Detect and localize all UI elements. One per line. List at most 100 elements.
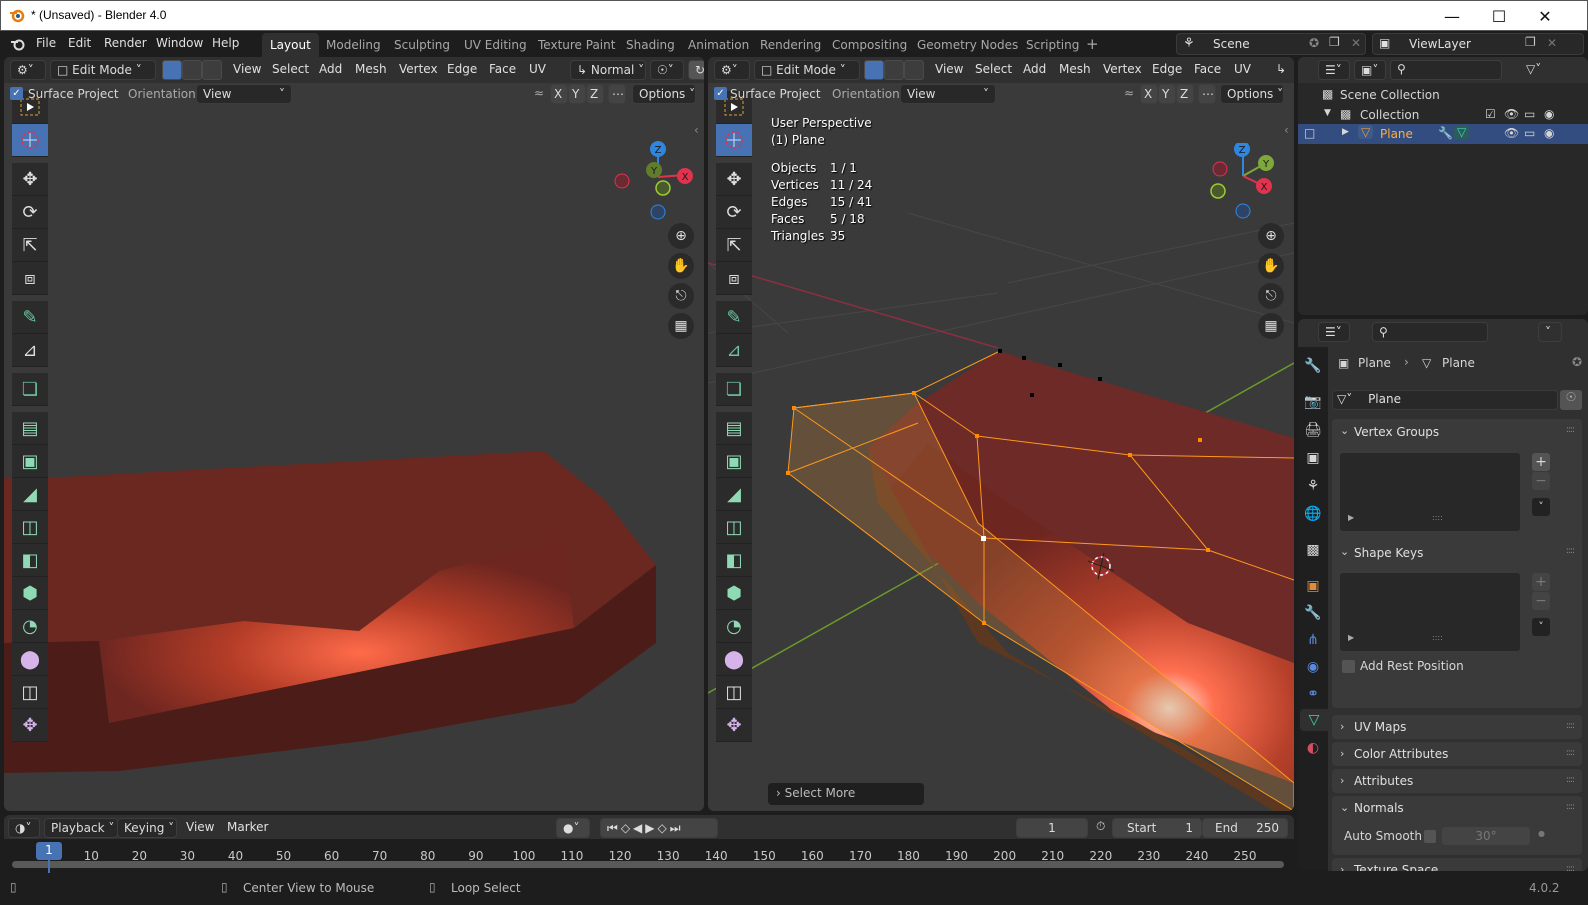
drag-grip-icon[interactable]: :::: [1566, 775, 1575, 785]
sidebar-toggle-icon[interactable]: ‹ [694, 123, 699, 137]
ortho-grid-icon[interactable]: ▦ [668, 313, 694, 339]
tool-annotate[interactable]: ✎ [716, 301, 752, 334]
edit-mode-object-icon[interactable]: □ [1304, 126, 1315, 140]
gizmo-neg-y[interactable] [1210, 183, 1226, 199]
topology-mirror-toggle[interactable]: ⋯ [608, 84, 626, 104]
viewport-right[interactable]: ⚙˅ □ Edit Mode ˅ View Select Add Mesh Ve… [708, 57, 1294, 811]
menu-select[interactable]: Select [975, 62, 1012, 76]
menu-view[interactable]: View [233, 62, 261, 76]
keying-dropdown[interactable]: Keying ˅ [117, 818, 177, 838]
edge-select-toggle[interactable] [884, 60, 904, 80]
render-camera-icon[interactable]: ◉ [1544, 126, 1554, 140]
mirror-z-toggle[interactable]: Z [1176, 84, 1194, 104]
menu-vertex[interactable]: Vertex [1103, 62, 1142, 76]
menu-vertex[interactable]: Vertex [399, 62, 438, 76]
playback-dropdown[interactable]: Playback ˅ [44, 818, 118, 838]
menu-help[interactable]: Help [212, 36, 239, 50]
tool-edge-slide[interactable]: ◫ [716, 676, 752, 709]
tool-rotate[interactable]: ⟳ [716, 196, 752, 229]
navigation-gizmo[interactable]: Y Z X [610, 137, 700, 227]
modifier-wrench-icon[interactable]: 🔧 [1438, 126, 1453, 140]
drag-grip-icon[interactable]: :::: [1566, 721, 1575, 731]
menu-edge[interactable]: Edge [447, 62, 477, 76]
tool-extrude-region[interactable]: ▤ [716, 412, 752, 445]
tool-loop-cut[interactable]: ◫ [12, 511, 48, 544]
panel-uv-maps[interactable]: › UV Maps:::: [1332, 715, 1582, 739]
drag-grip-icon[interactable]: :::: [1566, 425, 1575, 435]
tool-measure[interactable]: ⊿ [716, 334, 752, 367]
filter-dropdown[interactable]: ▽˅ [1520, 60, 1552, 80]
menu-face[interactable]: Face [489, 62, 516, 76]
eye-icon[interactable]: 👁 [1504, 126, 1519, 140]
tab-tool-icon[interactable]: 🔧 [1302, 355, 1324, 377]
panel-header[interactable]: ⌄ Vertex Groups:::: [1332, 419, 1582, 445]
surface-project-checkbox[interactable]: ✓ [714, 87, 727, 100]
workspace-tab-compositing[interactable]: Compositing [824, 33, 915, 57]
stopwatch-icon[interactable]: ⏱ [1096, 819, 1105, 834]
new-scene-icon[interactable]: ❐ [1329, 35, 1340, 49]
tool-loop-cut[interactable]: ◫ [716, 511, 752, 544]
maximize-button[interactable]: ☐ [1476, 1, 1522, 31]
start-frame-field[interactable]: Start 1 [1112, 818, 1202, 838]
pivot-point-dropdown[interactable]: ☉˅ [650, 60, 684, 80]
fake-user-shield-icon[interactable]: ☉ [1560, 390, 1582, 410]
tab-render-icon[interactable]: 📷 [1302, 391, 1324, 413]
timeline-editor-type[interactable]: ◑˅ [8, 818, 40, 838]
surface-project-checkbox[interactable]: ✓ [10, 87, 23, 100]
tool-spin[interactable]: ◔ [716, 610, 752, 643]
vertex-select-toggle[interactable] [864, 60, 884, 80]
delete-view-layer-icon[interactable]: ✕ [1547, 36, 1557, 50]
tab-mesh-data-icon[interactable]: ▽ [1300, 709, 1328, 731]
mirror-y-toggle[interactable]: Y [1158, 84, 1176, 104]
pin-icon[interactable]: ✪ [1572, 355, 1582, 369]
viewport-left[interactable]: ⚙˅ □ Edit Mode ˅ View Select Add Mesh Ve… [4, 57, 704, 811]
menu-edge[interactable]: Edge [1152, 62, 1182, 76]
snap-toggle[interactable]: ↻ [688, 60, 704, 80]
workspace-tab-rendering[interactable]: Rendering [752, 33, 829, 57]
add-workspace-button[interactable]: + [1078, 33, 1107, 57]
tab-object-icon[interactable]: ▣ [1302, 575, 1324, 597]
face-select-toggle[interactable] [904, 60, 924, 80]
last-operator-panel[interactable]: › Select More [768, 783, 924, 805]
tool-poly-build[interactable]: ⬢ [716, 577, 752, 610]
expand-filter-icon[interactable]: ▶ [1348, 513, 1354, 522]
menu-face[interactable]: Face [1194, 62, 1221, 76]
prev-keyframe-icon[interactable]: ◇ [621, 821, 633, 835]
panel-header[interactable]: ⌄ Normals:::: [1332, 796, 1582, 822]
gizmo-neg-z[interactable] [1235, 203, 1251, 219]
exclude-checkbox[interactable]: ☑ [1485, 107, 1496, 121]
ortho-grid-icon[interactable]: ▦ [1258, 313, 1284, 339]
tool-cursor[interactable] [716, 124, 752, 157]
outliner-row-scene-collection[interactable]: ▩ Scene Collection [1298, 85, 1588, 105]
close-button[interactable]: ✕ [1522, 1, 1568, 31]
viewport-left-canvas[interactable]: ✥ ⟳ ⇱ ⧈ ✎ ⊿ ❏ ▤ ▣ ◢ ◫ ◧ ⬢ ◔ ⬤ ◫ ✥ Y Z X … [4, 83, 704, 811]
expand-arrow-icon[interactable]: ▼ [1324, 108, 1331, 118]
playhead-frame-indicator[interactable]: 1 [36, 842, 62, 860]
tool-move[interactable]: ✥ [12, 163, 48, 196]
menu-add[interactable]: Add [319, 62, 342, 76]
tool-smooth[interactable]: ⬤ [12, 643, 48, 676]
tool-shrink-fatten[interactable]: ✥ [716, 709, 752, 742]
pin-icon[interactable]: ✪ [1309, 36, 1319, 50]
expand-arrow-icon[interactable]: ▶ [1342, 127, 1349, 137]
menu-edit[interactable]: Edit [68, 36, 91, 50]
vertex-select-toggle[interactable] [162, 60, 182, 80]
editor-type-button[interactable]: ⚙˅ [714, 60, 750, 80]
panel-color-attributes[interactable]: › Color Attributes:::: [1332, 742, 1582, 766]
current-frame-field[interactable]: 1 [1016, 818, 1088, 838]
sidebar-toggle-icon[interactable]: ‹ [1284, 123, 1289, 137]
tab-view-layer-icon[interactable]: ▣ [1302, 447, 1324, 469]
tool-transform[interactable]: ⧈ [12, 262, 48, 295]
workspace-tab-texture-paint[interactable]: Texture Paint [530, 33, 623, 57]
resize-grip-icon[interactable]: :::: [1432, 633, 1443, 642]
keyframe-dot-icon[interactable]: ● [1538, 829, 1545, 838]
outliner-search-input[interactable]: ⚲ [1390, 60, 1502, 80]
camera-view-icon[interactable]: ⎋ [1258, 283, 1284, 309]
mesh-data-icon[interactable]: ▽ [1454, 125, 1470, 139]
panel-attributes[interactable]: › Attributes:::: [1332, 769, 1582, 793]
minimize-button[interactable]: — [1429, 1, 1475, 31]
jump-to-end-icon[interactable]: ⏭ [670, 821, 684, 835]
transform-orientation-icon[interactable]: ↳ [1276, 62, 1286, 76]
drag-grip-icon[interactable]: :::: [1566, 546, 1575, 556]
tool-rotate[interactable]: ⟳ [12, 196, 48, 229]
